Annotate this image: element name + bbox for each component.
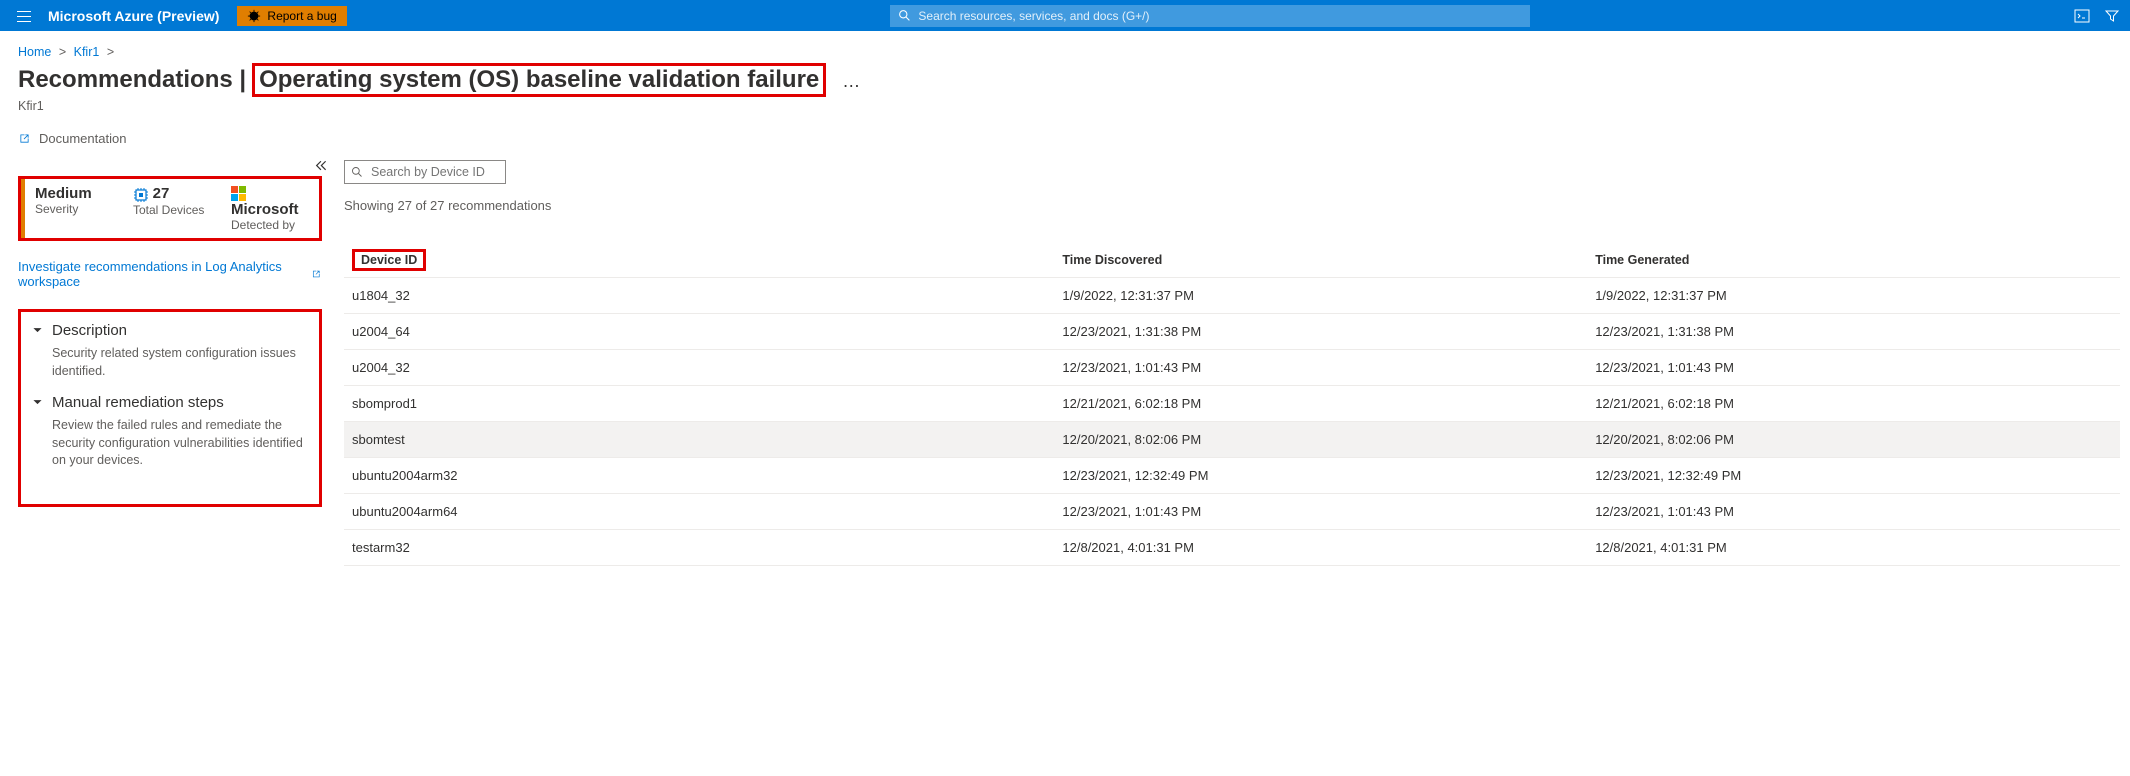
table-row[interactable]: u2004_6412/23/2021, 1:31:38 PM12/23/2021… xyxy=(344,314,2120,350)
description-title: Description xyxy=(52,322,127,339)
cell-device-id: u2004_32 xyxy=(344,350,1054,386)
cell-time-discovered: 12/8/2021, 4:01:31 PM xyxy=(1054,530,1587,566)
collapse-panel-button[interactable] xyxy=(313,158,328,176)
search-icon xyxy=(351,166,363,178)
report-bug-label: Report a bug xyxy=(267,9,336,23)
cell-time-generated: 12/23/2021, 1:31:38 PM xyxy=(1587,314,2120,350)
filter-icon[interactable] xyxy=(2104,8,2120,24)
stats-panel: Medium Severity 27 Total Devices Microso… xyxy=(18,176,322,241)
more-actions-button[interactable]: … xyxy=(842,71,860,92)
cell-time-discovered: 12/21/2021, 6:02:18 PM xyxy=(1054,386,1587,422)
table-row[interactable]: testarm3212/8/2021, 4:01:31 PM12/8/2021,… xyxy=(344,530,2120,566)
remediation-title: Manual remediation steps xyxy=(52,394,224,411)
cell-time-generated: 1/9/2022, 12:31:37 PM xyxy=(1587,278,2120,314)
cell-time-discovered: 12/23/2021, 1:31:38 PM xyxy=(1054,314,1587,350)
chevron-down-icon xyxy=(31,396,44,409)
brand-title: Microsoft Azure (Preview) xyxy=(48,8,219,24)
severity-label: Severity xyxy=(35,202,115,216)
microsoft-logo-icon xyxy=(231,186,246,201)
cell-device-id: ubuntu2004arm32 xyxy=(344,458,1054,494)
remediation-toggle[interactable]: Manual remediation steps xyxy=(31,394,309,411)
cell-device-id: testarm32 xyxy=(344,530,1054,566)
documentation-label: Documentation xyxy=(39,131,126,146)
investigate-label: Investigate recommendations in Log Analy… xyxy=(18,259,307,289)
chevron-down-icon xyxy=(31,324,44,337)
column-header-time-generated[interactable]: Time Generated xyxy=(1587,243,2120,278)
column-header-device-id[interactable]: Device ID xyxy=(344,243,1054,278)
bug-icon xyxy=(247,9,261,23)
table-row[interactable]: sbomtest12/20/2021, 8:02:06 PM12/20/2021… xyxy=(344,422,2120,458)
cell-time-generated: 12/8/2021, 4:01:31 PM xyxy=(1587,530,2120,566)
breadcrumb: Home > Kfir1 > xyxy=(0,31,2130,61)
table-row[interactable]: u1804_321/9/2022, 12:31:37 PM1/9/2022, 1… xyxy=(344,278,2120,314)
cell-device-id: ubuntu2004arm64 xyxy=(344,494,1054,530)
details-panel: Description Security related system conf… xyxy=(18,309,322,507)
description-body: Security related system configuration is… xyxy=(52,345,309,380)
breadcrumb-child[interactable]: Kfir1 xyxy=(74,45,100,59)
table-row[interactable]: ubuntu2004arm3212/23/2021, 12:32:49 PM12… xyxy=(344,458,2120,494)
cell-time-generated: 12/23/2021, 1:01:43 PM xyxy=(1587,494,2120,530)
cell-time-generated: 12/23/2021, 1:01:43 PM xyxy=(1587,350,2120,386)
cell-time-discovered: 12/23/2021, 1:01:43 PM xyxy=(1054,494,1587,530)
documentation-link[interactable]: Documentation xyxy=(0,113,144,148)
detected-value: Microsoft xyxy=(231,201,299,218)
cell-time-discovered: 12/23/2021, 1:01:43 PM xyxy=(1054,350,1587,386)
page-title: Operating system (OS) baseline validatio… xyxy=(252,63,826,97)
cell-device-id: sbomprod1 xyxy=(344,386,1054,422)
remediation-body: Review the failed rules and remediate th… xyxy=(52,417,309,470)
table-row[interactable]: sbomprod112/21/2021, 6:02:18 PM12/21/202… xyxy=(344,386,2120,422)
cell-time-generated: 12/21/2021, 6:02:18 PM xyxy=(1587,386,2120,422)
description-toggle[interactable]: Description xyxy=(31,322,309,339)
investigate-link[interactable]: Investigate recommendations in Log Analy… xyxy=(18,259,322,289)
cell-time-generated: 12/20/2021, 8:02:06 PM xyxy=(1587,422,2120,458)
breadcrumb-sep: > xyxy=(59,45,66,59)
devices-value: 27 xyxy=(153,185,170,202)
page-subtitle: Kfir1 xyxy=(0,99,2130,113)
cell-device-id: u2004_64 xyxy=(344,314,1054,350)
cell-device-id: u1804_32 xyxy=(344,278,1054,314)
chevron-double-left-icon xyxy=(313,158,328,173)
recommendations-table: Device ID Time Discovered Time Generated… xyxy=(344,243,2120,566)
external-link-icon xyxy=(311,268,322,280)
breadcrumb-sep: > xyxy=(107,45,114,59)
report-bug-button[interactable]: Report a bug xyxy=(237,6,346,26)
table-row[interactable]: ubuntu2004arm6412/23/2021, 1:01:43 PM12/… xyxy=(344,494,2120,530)
top-bar: Microsoft Azure (Preview) Report a bug xyxy=(0,0,2130,31)
external-link-icon xyxy=(18,132,31,145)
chip-icon xyxy=(133,187,149,203)
cell-device-id: sbomtest xyxy=(344,422,1054,458)
stat-severity: Medium Severity xyxy=(21,179,123,238)
breadcrumb-home[interactable]: Home xyxy=(18,45,51,59)
stat-detected: Microsoft Detected by xyxy=(221,179,319,238)
device-search-input[interactable] xyxy=(344,160,506,184)
detected-label: Detected by xyxy=(231,218,311,232)
cell-time-discovered: 12/23/2021, 12:32:49 PM xyxy=(1054,458,1587,494)
severity-value: Medium xyxy=(35,185,115,202)
cell-time-discovered: 12/20/2021, 8:02:06 PM xyxy=(1054,422,1587,458)
hamburger-icon xyxy=(16,8,32,24)
column-header-time-discovered[interactable]: Time Discovered xyxy=(1054,243,1587,278)
cell-time-discovered: 1/9/2022, 12:31:37 PM xyxy=(1054,278,1587,314)
table-row[interactable]: u2004_3212/23/2021, 1:01:43 PM12/23/2021… xyxy=(344,350,2120,386)
page-title-prefix: Recommendations | xyxy=(18,66,246,94)
cell-time-generated: 12/23/2021, 12:32:49 PM xyxy=(1587,458,2120,494)
results-count: Showing 27 of 27 recommendations xyxy=(344,198,2120,213)
global-search-input[interactable] xyxy=(890,5,1530,27)
search-icon xyxy=(898,9,911,22)
menu-toggle[interactable] xyxy=(10,8,38,24)
stat-devices: 27 Total Devices xyxy=(123,179,221,238)
devices-label: Total Devices xyxy=(133,203,213,217)
cloud-shell-icon[interactable] xyxy=(2074,8,2090,24)
